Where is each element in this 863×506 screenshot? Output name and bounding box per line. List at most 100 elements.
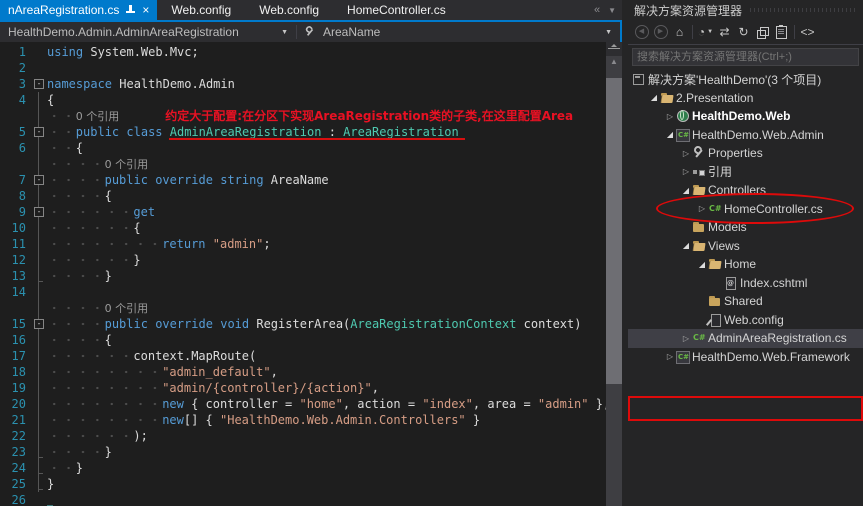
expand-arrow-icon[interactable]: ▷ <box>680 334 692 343</box>
refresh-icon[interactable]: ↻ <box>734 21 753 43</box>
outline-margin <box>31 476 47 492</box>
tree-item-healthdemo-3[interactable]: 解决方案'HealthDemo'(3 个项目) <box>628 70 863 89</box>
tab-web-config-1[interactable]: Web.config <box>157 0 245 20</box>
tree-item-views[interactable]: ◢ Views <box>628 237 863 256</box>
tab-web-config-2[interactable]: Web.config <box>245 0 333 20</box>
split-editor-handle[interactable] <box>606 42 622 56</box>
collapse-arrow-icon[interactable]: ◢ <box>648 93 660 102</box>
tree-item-properties[interactable]: ▷ Properties <box>628 144 863 163</box>
chevron-down-icon[interactable]: ▼ <box>281 29 288 36</box>
code-text: ); <box>47 428 606 444</box>
solution-explorer-toolbar: ◀ ▶ ⌂ ◔ ▼ ⇄ ↻ <> <box>628 20 863 45</box>
solution-explorer: 解决方案资源管理器 ◀▶⌂ ◔▼⇄↻ <> 解决方案'HealthDemo'(3 个… <box>628 0 863 506</box>
expand-arrow-icon[interactable]: ▷ <box>664 112 676 121</box>
code-line-13: 13} <box>0 268 606 284</box>
code-text: "admin_default", <box>47 364 606 380</box>
pin-icon[interactable] <box>126 5 136 15</box>
scroll-up-icon[interactable]: ▲ <box>606 56 622 68</box>
member-dropdown[interactable]: AreaName ▼ <box>296 25 622 39</box>
codelens-references[interactable]: 0 个引用 <box>105 302 149 315</box>
search-input[interactable] <box>632 48 859 66</box>
line-number: 26 <box>11 493 26 506</box>
fold-toggle-icon[interactable]: - <box>34 175 44 185</box>
outline-margin <box>31 236 47 252</box>
editor-pane: nAreaRegistration.cs × Web.config Web.confi… <box>0 0 622 506</box>
scrollbar-thumb[interactable] <box>606 78 622 384</box>
pending-changes-filter-icon[interactable]: ◔ ▼ <box>696 21 715 43</box>
code-text: } <box>47 268 606 284</box>
tab-homecontroller-cs-3[interactable]: HomeController.cs <box>333 0 460 20</box>
outline-margin: - <box>31 124 47 140</box>
line-number: 6 <box>18 141 26 155</box>
codelens-row: 0 个引用 约定大于配置:在分区下实现AreaRegistration类的子类,在… <box>0 108 606 124</box>
editor-scrollbar[interactable]: ▲ <box>606 42 622 506</box>
tab-narearegistration-cs-0[interactable]: nAreaRegistration.cs × <box>0 0 158 20</box>
fold-toggle-icon[interactable]: - <box>34 79 44 89</box>
outline-margin <box>31 108 47 124</box>
type-path: HealthDemo.Admin.AdminAreaRegistration <box>8 25 239 39</box>
tree-item-healthdemo-web-framework[interactable]: ▷ HealthDemo.Web.Framework <box>628 348 863 367</box>
sync-with-active-document-icon[interactable]: ⇄ <box>715 21 734 43</box>
tree-item-label: Index.cshtml <box>740 275 808 290</box>
view-code-icon[interactable]: <> <box>798 21 817 43</box>
tree-item-shared[interactable]: Shared <box>628 292 863 311</box>
expand-arrow-icon[interactable]: ▷ <box>664 352 676 361</box>
tree-item-healthdemo-web[interactable]: ▷ HealthDemo.Web <box>628 107 863 126</box>
collapse-arrow-icon[interactable]: ◢ <box>680 241 692 250</box>
tree-item-web-config[interactable]: Web.config <box>628 311 863 330</box>
back-icon[interactable]: ◀ <box>632 21 651 43</box>
toolbar-separator <box>794 25 795 39</box>
tree-item-index-cshtml[interactable]: Index.cshtml <box>628 274 863 293</box>
home-icon[interactable]: ⌂ <box>670 21 689 43</box>
fold-toggle-icon[interactable]: - <box>34 127 44 137</box>
collapse-all-icon[interactable] <box>753 21 772 43</box>
code-text: public override void RegisterArea(AreaRe… <box>47 316 606 332</box>
tree-item-home[interactable]: ◢ Home <box>628 255 863 274</box>
fold-toggle-icon[interactable]: - <box>34 319 44 329</box>
line-number: 7 <box>18 173 26 187</box>
collapse-arrow-icon[interactable]: ◢ <box>696 260 708 269</box>
tree-item-label: 引用 <box>708 165 733 180</box>
close-icon[interactable]: × <box>142 4 149 16</box>
show-all-files-icon[interactable] <box>772 21 791 43</box>
code-line-1: 1 using System.Web.Mvc; <box>0 44 606 60</box>
outline-margin: - <box>31 316 47 332</box>
code-text: { <box>47 220 606 236</box>
solution-explorer-title: 解决方案资源管理器 <box>628 0 863 20</box>
code-text: { <box>47 140 606 156</box>
csharp-file-icon <box>692 331 707 345</box>
tree-item-label: Web.config <box>724 312 784 327</box>
outline-margin: - <box>31 204 47 220</box>
codelens-references[interactable]: 0 个引用 <box>76 110 120 123</box>
expand-arrow-icon[interactable]: ▷ <box>680 167 692 176</box>
csharp-project-icon <box>676 128 691 142</box>
collapse-arrow-icon[interactable]: ◢ <box>664 130 676 139</box>
text-cursor <box>47 494 53 506</box>
codelens-references[interactable]: 0 个引用 <box>105 158 149 171</box>
expand-arrow-icon[interactable]: ▷ <box>680 149 692 158</box>
outline-margin <box>31 396 47 412</box>
tree-item-label: AdminAreaRegistration.cs <box>708 331 847 346</box>
scroll-tabs-left-icon[interactable]: « <box>594 4 600 16</box>
fold-toggle-icon[interactable]: - <box>34 207 44 217</box>
code-line-25: 25} <box>0 476 606 492</box>
chevron-down-icon[interactable]: ▼ <box>605 29 612 36</box>
outline-margin <box>31 252 47 268</box>
type-dropdown[interactable]: HealthDemo.Admin.AdminAreaRegistration ▼ <box>0 25 296 39</box>
code-line-26: 26 <box>0 492 606 506</box>
tree-item-2-presentation[interactable]: ◢ 2.Presentation <box>628 89 863 108</box>
tree-item-adminarearegistration-cs[interactable]: ▷ AdminAreaRegistration.cs <box>628 329 863 348</box>
tab-list-menu-icon[interactable]: ▼ <box>608 6 616 15</box>
line-number: 10 <box>11 221 26 235</box>
tree-item-item[interactable]: ▷ 引用 <box>628 163 863 182</box>
collapse-arrow-icon[interactable]: ◢ <box>680 186 692 195</box>
code-editor[interactable]: 1 using System.Web.Mvc; 2 3- namespace Healt… <box>0 42 606 506</box>
forward-icon[interactable]: ▶ <box>651 21 670 43</box>
line-number: 1 <box>18 45 26 59</box>
code-text: 0 个引用 <box>47 300 606 316</box>
code-line-15: 15- public override void RegisterArea(Are… <box>0 316 606 332</box>
tree-item-healthdemo-web-admin[interactable]: ◢ HealthDemo.Web.Admin <box>628 126 863 145</box>
outline-margin <box>31 300 47 316</box>
line-number: 14 <box>11 285 26 299</box>
code-line-22: 22); <box>0 428 606 444</box>
